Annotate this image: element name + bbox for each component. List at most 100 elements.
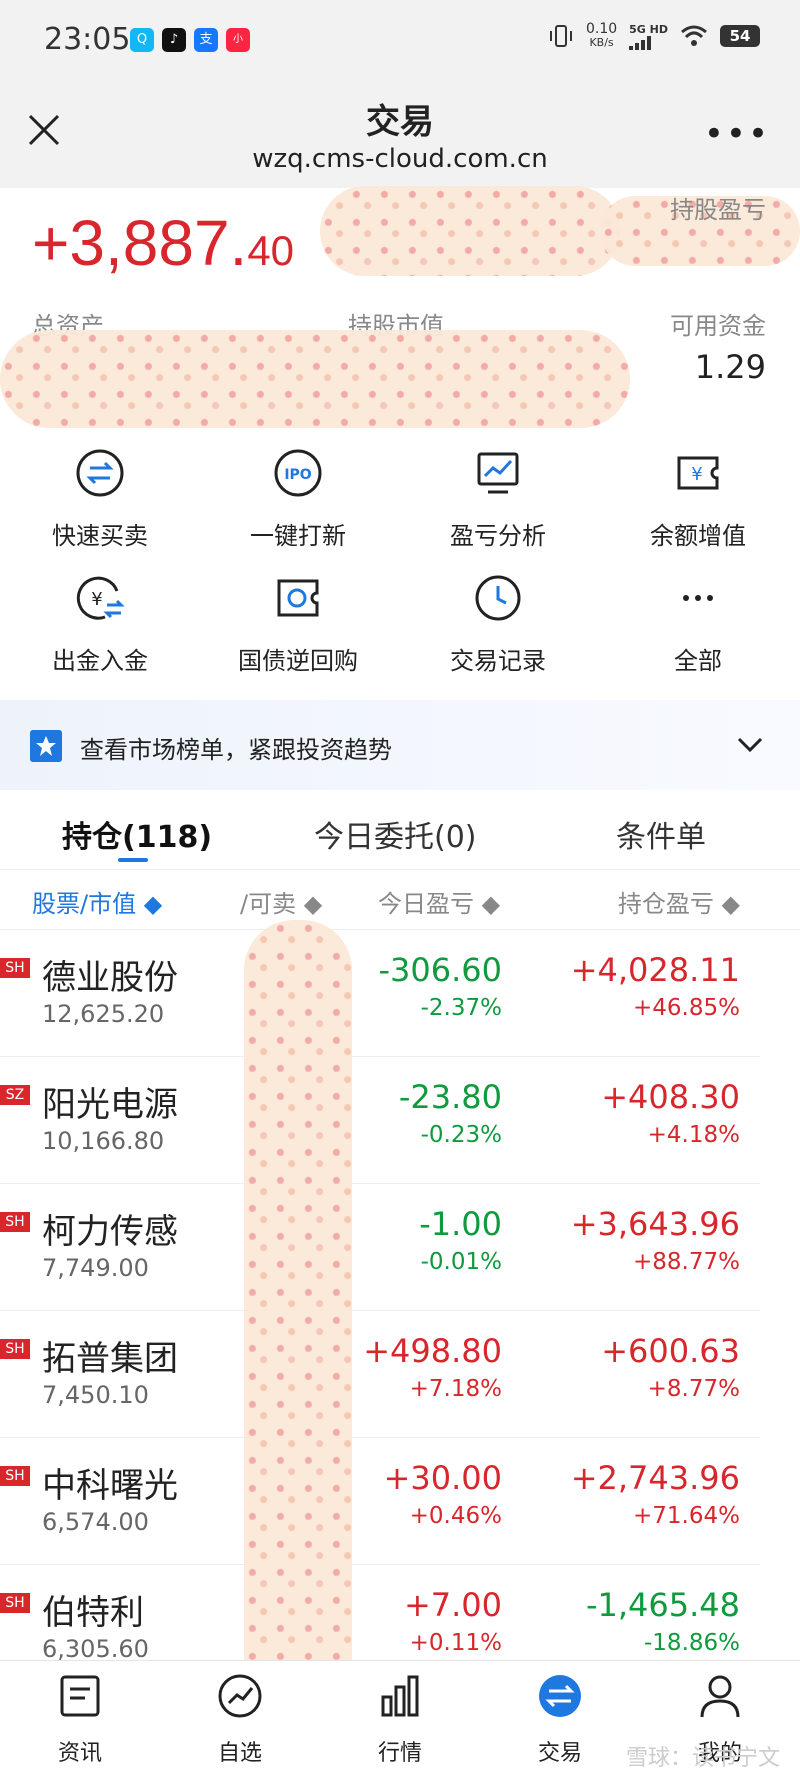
trade-records-button[interactable]: 交易记录	[398, 573, 598, 676]
deposit-withdraw-label: 出金入金	[52, 647, 148, 675]
holdings-list: SH 德业股份 12,625.20 -306.60 -2.37% +4,028.1…	[0, 930, 760, 1692]
table-row[interactable]: SH 中科曙光 6,574.00 +30.00 +0.46% +2,743.96 +…	[0, 1438, 760, 1565]
hold-pl-amount: +600.63	[601, 1332, 740, 1370]
status-bar: 23:05 Q ♪ 支 小 0.10 KB/s 5G HD 54	[0, 0, 800, 82]
deposit-withdraw-button[interactable]: ¥ 出金入金	[0, 573, 200, 676]
nav-market[interactable]: 行情	[340, 1673, 460, 1767]
table-row[interactable]: SH 拓普集团 7,450.10 +498.80 +7.18% +600.63 +8…	[0, 1311, 760, 1438]
nav-news[interactable]: 资讯	[20, 1673, 140, 1767]
net-speed-value: 0.10	[585, 21, 618, 37]
balance-growth-button[interactable]: ¥ 余额增值	[598, 448, 798, 551]
hold-pl-amount: +3,643.96	[570, 1205, 740, 1243]
svg-text:¥: ¥	[691, 464, 702, 485]
hold-pl-amount: +4,028.11	[570, 951, 740, 989]
douyin-icon: ♪	[162, 28, 186, 52]
hold-pl-percent: +46.85%	[633, 995, 740, 1021]
sort-today-pl[interactable]: 今日盈亏 ◆	[378, 884, 500, 919]
today-pl: -23.80 -0.23%	[399, 1077, 502, 1153]
ipo-icon: IPO	[274, 449, 322, 497]
market-badge: SH	[0, 1212, 30, 1232]
pl-analysis-button[interactable]: 盈亏分析	[398, 448, 598, 551]
chevron-down-icon[interactable]	[734, 728, 766, 760]
today-pl-percent: -0.01%	[420, 1249, 502, 1275]
status-right: 0.10 KB/s 5G HD 54	[548, 22, 760, 50]
stock-market-value: 10,166.80	[42, 1127, 165, 1155]
nav-watchlist[interactable]: 自选	[180, 1673, 300, 1767]
stock-name: 中科曙光	[42, 1466, 178, 1506]
hold-pl: +408.30 +4.18%	[601, 1077, 740, 1153]
status-time: 23:05	[44, 22, 131, 57]
hold-pl: +3,643.96 +88.77%	[571, 1204, 740, 1280]
wifi-icon	[681, 25, 707, 46]
today-pl: +7.00 +0.11%	[404, 1585, 502, 1661]
hold-pl: +600.63 +8.77%	[601, 1331, 740, 1407]
balance-growth-label: 余额增值	[650, 522, 746, 550]
cash-value: 1.29	[694, 348, 766, 386]
today-pl-amount: -1.00	[419, 1205, 502, 1243]
today-pl-percent: -2.37%	[420, 995, 502, 1021]
column-header: 股票/市值 ◆ /可卖 ◆ 今日盈亏 ◆ 持仓盈亏 ◆	[0, 870, 800, 930]
today-pl-percent: +7.18%	[409, 1376, 502, 1402]
today-pl-amount: +30.00	[383, 1459, 502, 1497]
cash-label: 可用资金	[670, 312, 766, 340]
chart-monitor-icon	[477, 452, 519, 494]
profile-icon	[700, 1675, 740, 1718]
stock-market-value: 7,450.10	[42, 1381, 149, 1409]
quick-actions: 快速买卖 IPO 一键打新 盈亏分析 ¥ 余额增值 ¥ 出金入金 国债逆回购 交…	[0, 438, 800, 700]
table-row[interactable]: SH 德业股份 12,625.20 -306.60 -2.37% +4,028.1…	[0, 930, 760, 1057]
today-pl: -306.60 -2.37%	[378, 950, 502, 1026]
today-pl-percent: +0.46%	[409, 1503, 502, 1529]
net-speed: 0.10 KB/s	[586, 22, 617, 50]
hold-pl-percent: +8.77%	[647, 1376, 740, 1402]
table-row[interactable]: SH 柯力传感 7,749.00 -1.00 -0.01% +3,643.96 +8…	[0, 1184, 760, 1311]
svg-text:IPO: IPO	[284, 467, 311, 483]
privacy-mask	[244, 920, 352, 1710]
all-functions-label: 全部	[674, 647, 722, 675]
stock-name: 拓普集团	[42, 1339, 178, 1379]
nav-market-label: 行情	[377, 1741, 422, 1766]
sort-stock-value[interactable]: 股票/市值 ◆	[32, 884, 162, 919]
stock-market-value: 12,625.20	[42, 1000, 165, 1028]
tab-today-orders[interactable]: 今日委托(0)	[314, 812, 477, 856]
yuan-ticket-icon: ¥	[677, 456, 719, 490]
hold-pl-percent: +4.18%	[647, 1122, 740, 1148]
star-badge-icon	[30, 730, 62, 762]
reverse-repo-button[interactable]: 国债逆回购	[198, 573, 398, 676]
quick-trade-button[interactable]: 快速买卖	[0, 448, 200, 551]
tab-conditional-orders[interactable]: 条件单	[616, 812, 706, 856]
ipo-button[interactable]: IPO 一键打新	[198, 448, 398, 551]
profit-decimal: 40	[247, 227, 295, 274]
tab-holdings[interactable]: 持仓(118)	[62, 812, 212, 856]
hold-pl-amount: +408.30	[601, 1078, 740, 1116]
watermark-text: 雪球：读书宁文	[625, 1746, 780, 1771]
page-title: 交易	[366, 102, 434, 142]
xiaohongshu-icon: 小	[226, 28, 250, 52]
today-pl: +30.00 +0.46%	[384, 1458, 502, 1534]
market-bars-icon	[381, 1675, 419, 1717]
hold-pl-amount: +2,743.96	[570, 1459, 740, 1497]
battery-icon: 54	[720, 25, 760, 47]
stock-name: 柯力传感	[42, 1212, 178, 1252]
market-badge: SH	[0, 958, 30, 978]
today-pl: -1.00 -0.01%	[419, 1204, 502, 1280]
more-menu-button[interactable]: •••	[704, 114, 770, 154]
table-row[interactable]: SZ 阳光电源 10,166.80 -23.80 -0.23% +408.30 +4…	[0, 1057, 760, 1184]
holding-pl-label: 持股盈亏	[670, 196, 766, 224]
watchlist-icon	[218, 1674, 262, 1718]
nav-trade[interactable]: 交易	[500, 1673, 620, 1767]
hold-pl-percent: -18.86%	[644, 1630, 740, 1656]
market-badge: SH	[0, 1339, 30, 1359]
stock-name: 伯特利	[42, 1593, 144, 1633]
market-badge: SH	[0, 1466, 30, 1486]
banner-text: 查看市场榜单，紧跟投资趋势	[80, 736, 392, 764]
sort-hold-pl[interactable]: 持仓盈亏 ◆	[618, 884, 740, 919]
all-functions-button[interactable]: 全部	[598, 573, 798, 676]
hold-pl-percent: +88.77%	[633, 1249, 740, 1275]
hold-pl: +4,028.11 +46.85%	[571, 950, 740, 1026]
sort-sellable[interactable]: /可卖 ◆	[240, 884, 322, 919]
signal-icon: 5G HD	[629, 23, 668, 50]
stock-name: 德业股份	[42, 958, 178, 998]
tab-active-indicator	[118, 858, 148, 862]
swap-circle-icon	[76, 449, 124, 497]
market-ranking-banner[interactable]: 查看市场榜单，紧跟投资趋势	[0, 700, 800, 790]
